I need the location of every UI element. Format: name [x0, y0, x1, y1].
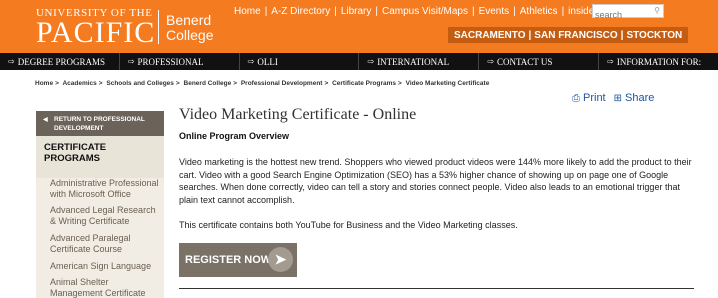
- share-button[interactable]: ⊞ Share: [614, 92, 655, 104]
- sidebar-item-label: Advanced Paralegal: [50, 233, 131, 243]
- printer-icon: ⎙: [572, 92, 580, 104]
- page-tools: ⎙ Print ⊞ Share: [572, 92, 662, 104]
- arrow-right-icon: ⇨: [367, 57, 375, 66]
- link-separator: |: [264, 6, 268, 17]
- link-athletics[interactable]: Athletics: [520, 6, 558, 17]
- sidebar-item-label: Advanced Legal Research: [50, 205, 156, 215]
- sidebar: ◀ RETURN TO PROFESSIONAL DEVELOPMENT CER…: [36, 111, 164, 298]
- breadcrumb-academics[interactable]: Academics: [62, 80, 96, 87]
- arrow-right-icon: ⇨: [247, 57, 255, 66]
- sidebar-item-label: Administrative Professional: [50, 178, 159, 188]
- search-box: ⚲: [592, 4, 664, 21]
- content-divider: [179, 288, 694, 289]
- sidebar-item-label: with Microsoft Office: [50, 189, 131, 199]
- link-separator: |: [334, 6, 337, 17]
- nav-professional[interactable]: ⇨ PROFESSIONAL: [120, 53, 240, 70]
- search-icon[interactable]: ⚲: [654, 6, 660, 15]
- campus-bar: SACRAMENTO | SAN FRANCISCO | STOCKTON: [448, 27, 689, 43]
- breadcrumb: Home > Academics > Schools and Colleges > B…: [35, 80, 489, 87]
- nav-degree-programs[interactable]: ⇨ DEGREE PROGRAMS: [0, 53, 120, 70]
- nav-label: INFORMATION FOR:: [616, 56, 702, 67]
- link-separator: |: [561, 6, 565, 17]
- link-separator: |: [375, 6, 378, 17]
- register-label: REGISTER NOW: [185, 254, 272, 266]
- university-logo[interactable]: UNIVERSITY OF THE PACIFIC: [36, 8, 156, 49]
- site-header: UNIVERSITY OF THE PACIFIC Benerd College…: [0, 0, 718, 53]
- link-events[interactable]: Events: [479, 6, 510, 17]
- arrow-right-icon: ⇨: [8, 57, 15, 66]
- page-title: Video Marketing Certificate - Online: [179, 106, 417, 123]
- overview-paragraph: Video marketing is the hottest new trend…: [179, 157, 692, 205]
- breadcrumb-home[interactable]: Home: [35, 80, 53, 87]
- section-subheading: Online Program Overview: [179, 131, 290, 141]
- arrow-right-icon: ⇨: [607, 57, 614, 66]
- breadcrumb-separator: >: [324, 80, 329, 87]
- arrow-right-icon: ⇨: [487, 57, 495, 66]
- arrow-right-circle-icon: ➤: [268, 247, 293, 272]
- nav-contact-us[interactable]: ⇨ CONTACT US: [479, 53, 600, 70]
- campus-separator: |: [528, 29, 532, 41]
- sidebar-item-advanced-legal-research[interactable]: Advanced Legal Research & Writing Certif…: [50, 205, 164, 227]
- return-label-line2: DEVELOPMENT: [54, 125, 104, 132]
- logo-divider: [158, 10, 159, 44]
- sidebar-item-animal-shelter[interactable]: Animal Shelter Management Certificate: [50, 277, 164, 298]
- campus-stockton[interactable]: STOCKTON: [626, 30, 682, 41]
- nav-label: CONTACT US: [497, 56, 553, 67]
- campus-san-francisco[interactable]: SAN FRANCISCO: [534, 30, 617, 41]
- print-label: Print: [583, 92, 606, 104]
- college-name-line2: College: [166, 27, 214, 43]
- logo-main-text: PACIFIC: [36, 16, 156, 49]
- share-label: Share: [625, 92, 655, 104]
- sidebar-item-label: & Writing Certificate: [50, 216, 130, 226]
- college-name-line1: Benerd: [166, 12, 212, 28]
- college-name[interactable]: Benerd College: [166, 13, 213, 43]
- link-separator: |: [513, 6, 516, 17]
- plus-square-icon: ⊞: [613, 92, 623, 104]
- sidebar-item-american-sign-language[interactable]: American Sign Language: [50, 261, 164, 272]
- nav-international[interactable]: ⇨ INTERNATIONAL: [359, 53, 480, 70]
- breadcrumb-schools[interactable]: Schools and Colleges: [106, 80, 174, 87]
- utility-links: Home | A-Z Directory | Library | Campus …: [234, 6, 624, 17]
- nav-label: OLLI: [257, 56, 278, 67]
- sidebar-item-advanced-paralegal[interactable]: Advanced Paralegal Certificate Course: [50, 233, 164, 255]
- sidebar-heading-line2: PROGRAMS: [44, 153, 100, 164]
- breadcrumb-separator: >: [233, 80, 238, 87]
- register-now-button[interactable]: REGISTER NOW ➤: [179, 243, 297, 277]
- sidebar-heading: CERTIFICATE PROGRAMS: [36, 136, 164, 178]
- triangle-left-icon: ◀: [43, 117, 48, 123]
- link-separator: |: [471, 6, 475, 17]
- print-button[interactable]: ⎙ Print: [572, 92, 606, 104]
- certificate-paragraph: This certificate contains both YouTube f…: [179, 220, 518, 230]
- link-a-z-directory[interactable]: A-Z Directory: [271, 6, 330, 17]
- sidebar-item-administrative-professional[interactable]: Administrative Professional with Microso…: [50, 178, 164, 200]
- return-to-professional-development-button[interactable]: ◀ RETURN TO PROFESSIONAL DEVELOPMENT: [36, 111, 164, 136]
- campus-sacramento[interactable]: SACRAMENTO: [454, 30, 525, 41]
- breadcrumb-current: Video Marketing Certificate: [405, 80, 490, 87]
- breadcrumb-benerd[interactable]: Benerd College: [184, 80, 232, 87]
- breadcrumb-separator: >: [175, 80, 180, 87]
- sidebar-item-label: Certificate Course: [50, 244, 123, 254]
- sidebar-heading-line1: CERTIFICATE: [44, 142, 107, 153]
- search-input[interactable]: [593, 9, 649, 21]
- breadcrumb-separator: >: [98, 80, 103, 87]
- sidebar-item-label: Animal Shelter: [50, 277, 109, 287]
- breadcrumb-certificate-programs[interactable]: Certificate Programs: [332, 80, 396, 87]
- arrow-right-icon: ⇨: [127, 57, 135, 66]
- link-home[interactable]: Home: [234, 6, 261, 17]
- breadcrumb-separator: >: [55, 80, 59, 87]
- link-library[interactable]: Library: [341, 6, 372, 17]
- return-label-line1: RETURN TO PROFESSIONAL: [54, 116, 145, 123]
- sidebar-item-label: Management Certificate: [50, 288, 146, 298]
- nav-label: DEGREE PROGRAMS: [17, 56, 105, 67]
- nav-label: PROFESSIONAL: [137, 56, 204, 67]
- breadcrumb-professional-development[interactable]: Professional Development: [241, 80, 323, 87]
- sidebar-item-label: American Sign Language: [50, 261, 152, 271]
- link-campus-visit[interactable]: Campus Visit/Maps: [382, 6, 468, 17]
- nav-label: INTERNATIONAL: [377, 56, 450, 67]
- main-nav: ⇨ DEGREE PROGRAMS ⇨ PROFESSIONAL ⇨ OLLI ⇨ IN…: [0, 53, 718, 70]
- campus-separator: |: [620, 29, 624, 41]
- breadcrumb-separator: >: [398, 80, 402, 87]
- nav-olli[interactable]: ⇨ OLLI: [240, 53, 360, 70]
- nav-information-for[interactable]: ⇨ INFORMATION FOR:: [599, 53, 718, 70]
